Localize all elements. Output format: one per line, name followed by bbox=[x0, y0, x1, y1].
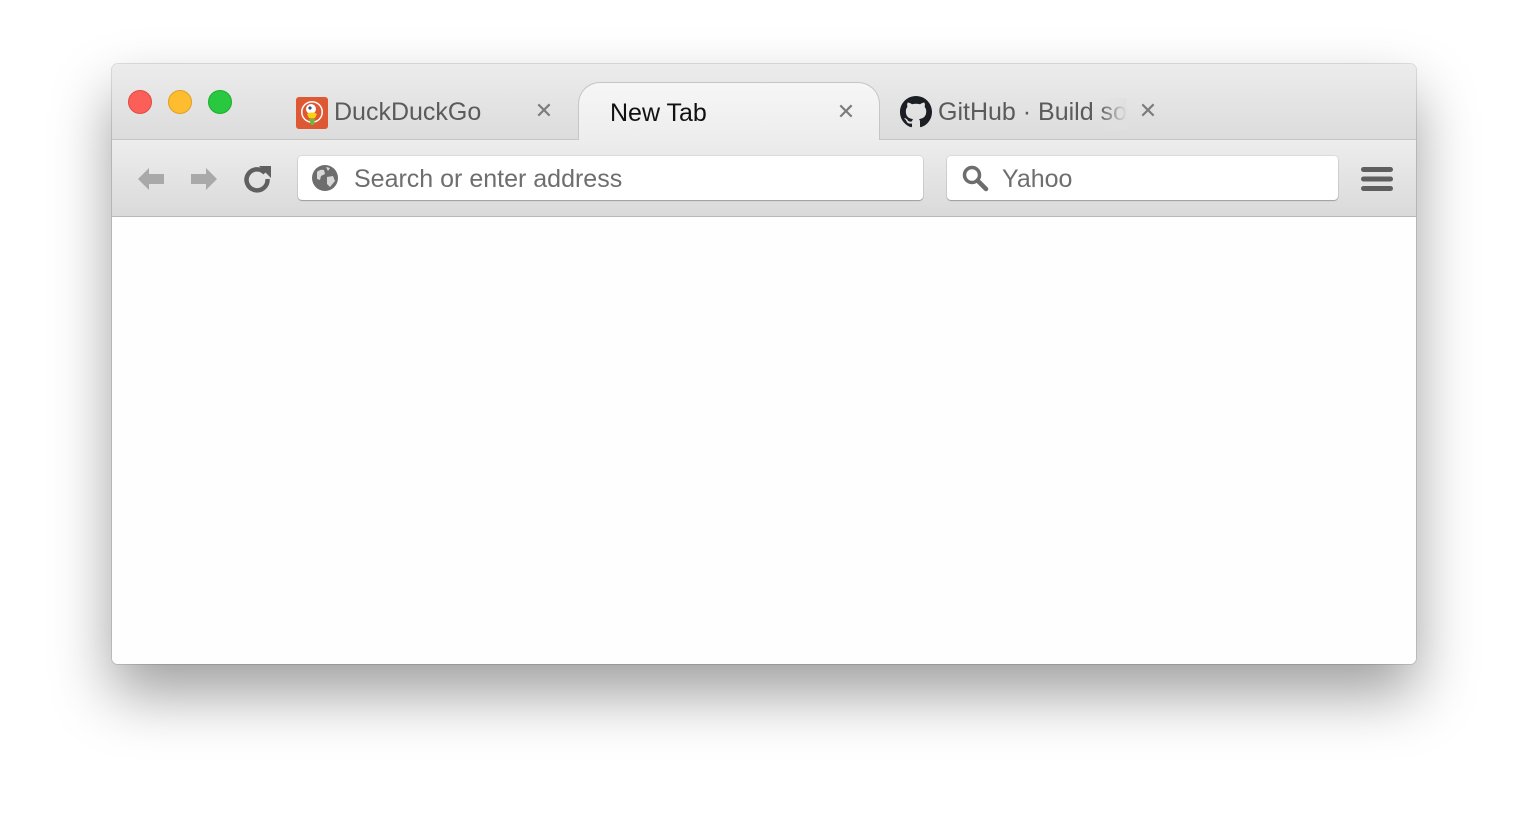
page-content[interactable] bbox=[112, 217, 1416, 664]
tab-title-fade bbox=[1099, 98, 1127, 130]
tab-title: New Tab bbox=[610, 99, 707, 127]
window-maximize-button[interactable] bbox=[208, 90, 232, 114]
tab-strip: DuckDuckGo ✕ New Tab ✕ GitHub · Build so… bbox=[112, 64, 1416, 140]
navigation-toolbar: Search or enter address Yahoo bbox=[112, 140, 1416, 217]
arrow-left-icon bbox=[138, 168, 164, 190]
tab-duckduckgo[interactable]: DuckDuckGo ✕ bbox=[280, 82, 570, 140]
browser-window: DuckDuckGo ✕ New Tab ✕ GitHub · Build so… bbox=[112, 64, 1416, 664]
search-bar[interactable]: Yahoo bbox=[947, 156, 1338, 200]
menu-button[interactable] bbox=[1360, 163, 1394, 195]
arrow-right-icon bbox=[191, 168, 217, 190]
reload-icon bbox=[244, 166, 271, 193]
globe-icon bbox=[311, 164, 339, 192]
address-input[interactable]: Search or enter address bbox=[354, 165, 622, 194]
tab-github[interactable]: GitHub · Build so ✕ bbox=[892, 82, 1182, 140]
reload-button[interactable] bbox=[240, 162, 274, 196]
close-icon[interactable]: ✕ bbox=[835, 101, 857, 123]
hamburger-menu-icon bbox=[1361, 167, 1393, 191]
address-bar[interactable]: Search or enter address bbox=[298, 156, 923, 200]
window-minimize-button[interactable] bbox=[168, 90, 192, 114]
window-close-button[interactable] bbox=[128, 90, 152, 114]
tab-new-tab[interactable]: New Tab ✕ bbox=[578, 82, 880, 140]
close-icon[interactable]: ✕ bbox=[1137, 100, 1159, 122]
search-input[interactable]: Yahoo bbox=[1002, 165, 1072, 194]
forward-button[interactable] bbox=[187, 162, 221, 196]
github-icon bbox=[900, 96, 932, 128]
back-button[interactable] bbox=[134, 162, 168, 196]
close-icon[interactable]: ✕ bbox=[533, 100, 555, 122]
tab-title: DuckDuckGo bbox=[334, 98, 482, 126]
duckduckgo-icon bbox=[296, 97, 328, 129]
magnifier-icon bbox=[961, 164, 989, 192]
